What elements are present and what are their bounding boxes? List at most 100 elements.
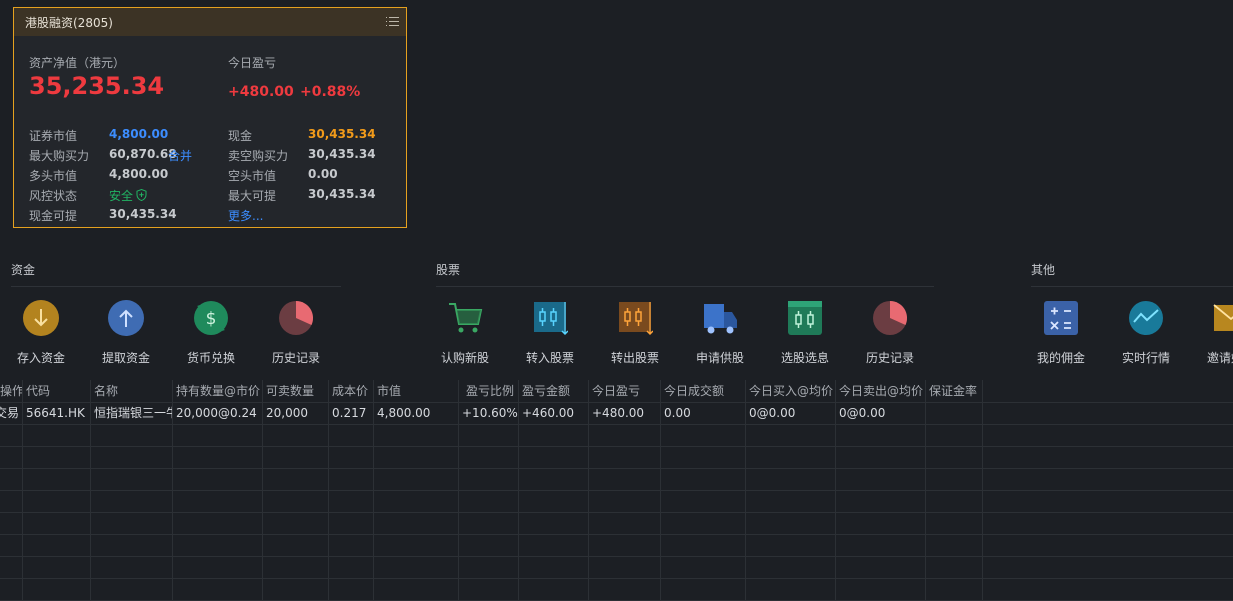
empty-cell [836, 578, 926, 600]
lend-button[interactable]: 申请供股 [685, 300, 755, 366]
deposit-button[interactable]: 存入资金 [6, 300, 76, 366]
shopping-cart-icon [449, 303, 483, 333]
header-market-value: 市值 [374, 380, 459, 402]
empty-cell [836, 534, 926, 556]
empty-cell [661, 578, 746, 600]
empty-cell [589, 578, 661, 600]
empty-cell [661, 512, 746, 534]
empty-cell [23, 468, 91, 490]
empty-cell [374, 490, 459, 512]
commission-label: 我的佣金 [1036, 351, 1085, 365]
empty-cell [263, 512, 329, 534]
empty-cell [374, 424, 459, 446]
risk-value: 安全 [109, 189, 134, 203]
commission-button[interactable]: 我的佣金 [1026, 300, 1096, 366]
transfer-in-button[interactable]: 转入股票 [515, 300, 585, 366]
menu-icon[interactable] [386, 14, 399, 28]
account-card: 港股融资(2805) 资产净值（港元） 35,235.34 今日盈亏 +480.… [13, 7, 407, 228]
exchange-button[interactable]: $ 货币兑换 [176, 300, 246, 366]
transfer-in-label: 转入股票 [525, 351, 574, 365]
empty-cell [173, 446, 263, 468]
empty-cell [91, 512, 173, 534]
empty-cell [926, 556, 983, 578]
empty-cell [459, 490, 519, 512]
transfer-out-button[interactable]: 转出股票 [600, 300, 670, 366]
header-today-pnl: 今日盈亏 [589, 380, 661, 402]
empty-cell [589, 468, 661, 490]
empty-cell [746, 512, 836, 534]
cash-value: 30,435.34 [308, 127, 376, 141]
withdraw-button[interactable]: 提取资金 [91, 300, 161, 366]
pie-chart-icon [873, 301, 908, 335]
empty-cell [173, 578, 263, 600]
header-sellable: 可卖数量 [263, 380, 329, 402]
cash-withdraw-label: 现金可提 [29, 209, 78, 223]
cell-cost: 0.217 [329, 402, 374, 424]
table-row[interactable]: 交易 56641.HK 恒指瑞银三一牛 20,000@0.24 20,000 0… [0, 402, 1233, 425]
header-code: 代码 [23, 380, 91, 402]
long-label: 多头市值 [29, 169, 78, 183]
empty-table-row [0, 556, 1233, 579]
header-today-turnover: 今日成交额 [661, 380, 746, 402]
screener-button[interactable]: 选股选息 [770, 300, 840, 366]
stock-history-label: 历史记录 [865, 351, 914, 365]
empty-cell [661, 424, 746, 446]
empty-cell [263, 578, 329, 600]
empty-cell [329, 556, 374, 578]
svg-text:$: $ [206, 309, 217, 329]
fund-history-button[interactable]: 历史记录 [261, 300, 331, 366]
empty-cell [746, 424, 836, 446]
header-op: 操作 [0, 380, 23, 402]
more-link[interactable]: 更多... [228, 207, 263, 224]
empty-cell [589, 490, 661, 512]
cell-sellable: 20,000 [263, 402, 329, 424]
max-buy-value: 60,870.68 [109, 147, 177, 161]
cell-today-buy: 0@0.00 [746, 402, 836, 424]
pie-chart-icon [279, 301, 314, 335]
cell-market-value: 4,800.00 [374, 402, 459, 424]
trend-chart-icon [1129, 301, 1163, 335]
section-funds-title: 资金 [11, 263, 36, 277]
invite-button[interactable]: 邀请好友 [1196, 300, 1233, 366]
empty-cell [374, 468, 459, 490]
merge-link[interactable]: 合并 [168, 147, 192, 164]
empty-cell [374, 578, 459, 600]
cell-qty: 20,000@0.24 [173, 402, 263, 424]
empty-cell [519, 556, 589, 578]
stock-history-button[interactable]: 历史记录 [855, 300, 925, 366]
empty-cell [374, 446, 459, 468]
empty-cell [91, 556, 173, 578]
quotes-button[interactable]: 实时行情 [1111, 300, 1181, 366]
empty-cell [263, 468, 329, 490]
empty-cell [329, 578, 374, 600]
section-stocks-divider [436, 286, 934, 287]
empty-cell [926, 534, 983, 556]
empty-table-row [0, 468, 1233, 491]
envelope-icon [1213, 304, 1233, 331]
empty-cell [836, 424, 926, 446]
empty-cell [836, 512, 926, 534]
cell-pnl-amount: +460.00 [519, 402, 589, 424]
empty-cell [519, 424, 589, 446]
empty-cell [0, 424, 23, 446]
ipo-button[interactable]: 认购新股 [430, 300, 500, 366]
table-header: 操作 代码 名称 持有数量@市价 可卖数量 成本价 市值 盈亏比例 盈亏金额 今… [0, 380, 1233, 403]
empty-cell [519, 468, 589, 490]
max-withdraw-label: 最大可提 [228, 189, 277, 203]
empty-cell [91, 446, 173, 468]
empty-cell [746, 556, 836, 578]
empty-cell [263, 446, 329, 468]
empty-cell [519, 446, 589, 468]
empty-cell [459, 534, 519, 556]
trade-link[interactable]: 交易 [0, 402, 23, 424]
header-name: 名称 [91, 380, 173, 402]
cell-pnl-ratio: +10.60% [459, 402, 519, 424]
empty-table-row [0, 424, 1233, 447]
fund-history-label: 历史记录 [271, 351, 320, 365]
empty-cell [0, 468, 23, 490]
empty-cell [926, 446, 983, 468]
empty-cell [746, 468, 836, 490]
short-value: 0.00 [308, 167, 338, 181]
empty-cell [836, 556, 926, 578]
empty-cell [329, 468, 374, 490]
